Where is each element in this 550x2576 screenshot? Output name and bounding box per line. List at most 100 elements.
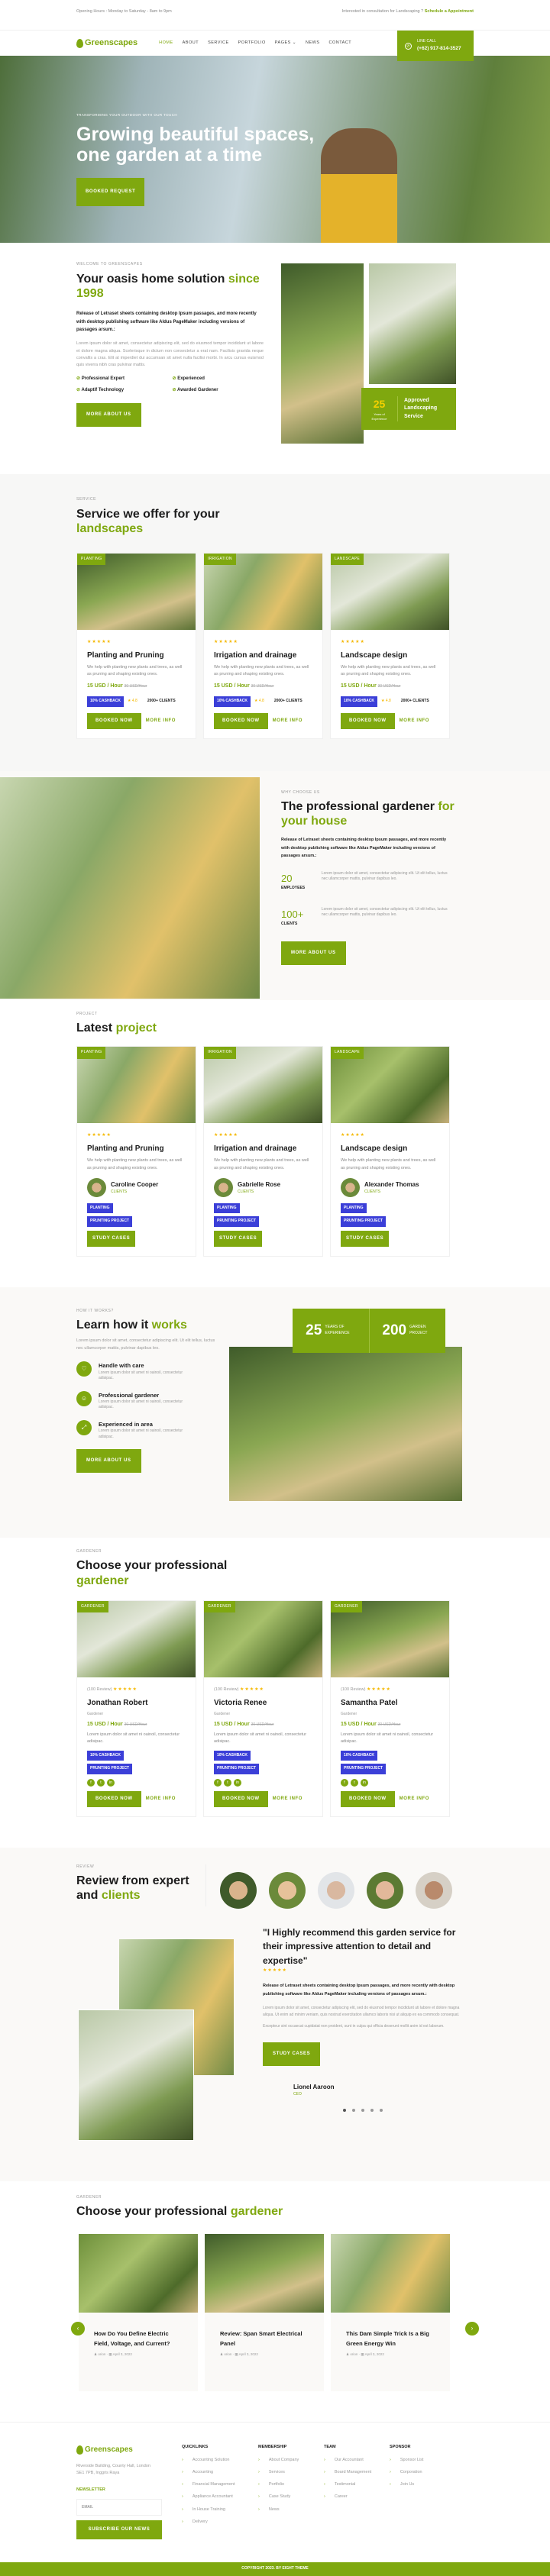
service-price: 15 USD / Hour 30 USD/Hour <box>214 683 274 689</box>
footer-link[interactable]: › News <box>258 2507 324 2513</box>
slider-dot[interactable] <box>352 2108 355 2112</box>
service-desc: We help with planting new plants and tre… <box>87 664 183 677</box>
footer-link[interactable]: › Portfolio <box>258 2481 324 2487</box>
booked-now-button[interactable]: BOOKED NOW <box>214 712 268 729</box>
study-cases-button[interactable]: STUDY CASES <box>341 1230 390 1247</box>
avatar[interactable] <box>367 1871 403 1909</box>
why-more-button[interactable]: MORE ABOUT US <box>281 941 346 965</box>
avatar[interactable] <box>220 1871 257 1909</box>
why-stat: 20 EMPLOYEES Lorem ipsum dolor sit amet, … <box>281 870 448 891</box>
footer-link[interactable]: › Corporation <box>390 2469 443 2475</box>
footer-logo[interactable]: Greenscapes <box>76 2444 182 2455</box>
next-arrow-icon[interactable]: › <box>465 2322 479 2336</box>
facebook-icon[interactable]: f <box>87 1778 95 1787</box>
gardener-price: 15 USD / Hour 30 USD/Hour <box>214 1722 274 1728</box>
footer-link[interactable]: › Delivery <box>182 2519 258 2525</box>
more-info-link[interactable]: MORE INFO <box>400 718 429 725</box>
facebook-icon[interactable]: f <box>214 1778 222 1787</box>
footer-link[interactable]: › Board Management <box>324 2469 390 2475</box>
booked-now-button[interactable]: BOOKED NOW <box>214 1790 268 1807</box>
avatar[interactable] <box>318 1871 354 1909</box>
top-bar: Opening Hours : Monday to Saturday - 8am… <box>0 0 550 31</box>
tag-badge: PRUNTING PROJECT <box>341 1764 387 1774</box>
gardener-desc: Lorem ipsum dolor sit amet ni oainoil, c… <box>87 1732 180 1745</box>
clients-count: 2000+ CLIENTS <box>147 699 176 704</box>
blog-card[interactable]: This Dam Simple Trick Is a Big Green Ene… <box>331 2234 450 2392</box>
chevron-right-icon: › <box>182 2507 183 2512</box>
study-cases-button[interactable]: STUDY CASES <box>263 2042 321 2067</box>
footer-link[interactable]: › About Company <box>258 2457 324 2463</box>
footer-link[interactable]: › Appliance Accountant <box>182 2494 258 2500</box>
check-circle-icon: ⊘ <box>76 387 81 392</box>
tag-badge: PRUNTING PROJECT <box>214 1764 260 1774</box>
twitter-icon[interactable]: t <box>97 1778 105 1787</box>
review-count: (100 Review) ★★★★★ <box>87 1687 138 1692</box>
twitter-icon[interactable]: t <box>351 1778 358 1787</box>
booked-now-button[interactable]: BOOKED NOW <box>87 1790 141 1807</box>
more-info-link[interactable]: MORE INFO <box>400 1796 429 1803</box>
calendar-icon: ▦ <box>235 2352 238 2356</box>
services-section: SERVICE Service we offer for your landsc… <box>0 474 550 771</box>
linkedin-icon[interactable]: in <box>234 1778 241 1787</box>
feature-item: ⊘ Experienced <box>172 376 205 381</box>
blog-card[interactable]: How Do You Define Electric Field, Voltag… <box>79 2234 198 2392</box>
email-input[interactable] <box>76 2499 162 2516</box>
how-more-button[interactable]: MORE ABOUT US <box>76 1449 141 1474</box>
footer-link[interactable]: › Case Study <box>258 2494 324 2500</box>
slider-dot[interactable] <box>380 2108 383 2112</box>
avatar[interactable] <box>269 1871 306 1909</box>
footer-link[interactable]: › Financial Management <box>182 2481 258 2487</box>
review-stars: ★★★★★ <box>263 1968 287 1974</box>
footer-link[interactable]: › Sponsor List <box>390 2457 443 2463</box>
why-section: WHY CHOOSE US The professional gardener … <box>0 770 550 1000</box>
logo[interactable]: Greenscapes <box>76 37 138 50</box>
footer-col: SPONSOR › Sponsor List › Corporation › Join Us <box>390 2444 443 2539</box>
schedule-link[interactable]: Schedule a Appointment <box>425 9 474 14</box>
service-price: 15 USD / Hour 30 USD/Hour <box>341 683 401 689</box>
footer-link[interactable]: › Career <box>324 2494 390 2500</box>
nav-portfolio[interactable]: PORTFOLIO <box>238 40 266 46</box>
more-info-link[interactable]: MORE INFO <box>273 718 302 725</box>
footer-link[interactable]: › In House Training <box>182 2507 258 2513</box>
footer-link[interactable]: › Join Us <box>390 2481 443 2487</box>
slider-dot[interactable] <box>370 2108 374 2112</box>
more-info-link[interactable]: MORE INFO <box>146 1796 176 1803</box>
blog-card[interactable]: Review: Span Smart Electrical Panel ♟ or… <box>205 2234 324 2392</box>
booked-request-button[interactable]: BOOKED REQUEST <box>76 177 145 206</box>
nav-about[interactable]: ABOUT <box>183 40 199 46</box>
blog-title: This Dam Simple Trick Is a Big Green Ene… <box>346 2330 429 2347</box>
footer-link[interactable]: › Testimonial <box>324 2481 390 2487</box>
more-info-link[interactable]: MORE INFO <box>146 718 176 725</box>
nav-pages[interactable]: PAGES ⌄ <box>275 40 296 46</box>
booked-now-button[interactable]: BOOKED NOW <box>341 1790 395 1807</box>
linkedin-icon[interactable]: in <box>107 1778 115 1787</box>
facebook-icon[interactable]: f <box>341 1778 348 1787</box>
more-info-link[interactable]: MORE INFO <box>273 1796 302 1803</box>
services-title: Service we offer for your landscapes <box>76 507 220 535</box>
more-about-us-button[interactable]: MORE ABOUT US <box>76 402 141 427</box>
footer-link[interactable]: › Services <box>258 2469 324 2475</box>
rating-stars: ★★★★★ <box>341 1133 365 1138</box>
nav-service[interactable]: SERVICE <box>208 40 229 46</box>
call-box[interactable]: ✆ LINE CALL (+62) 917-814-3527 <box>397 31 474 61</box>
slider-dot[interactable] <box>343 2108 346 2112</box>
avatar[interactable] <box>416 1871 452 1909</box>
linkedin-icon[interactable]: in <box>361 1778 368 1787</box>
tag-badge: PRUNTING PROJECT <box>214 1216 260 1227</box>
chevron-right-icon: › <box>258 2507 260 2512</box>
client-role: CLIENTS <box>364 1189 381 1194</box>
nav-news[interactable]: NEWS <box>306 40 320 46</box>
study-cases-button[interactable]: STUDY CASES <box>87 1230 136 1247</box>
study-cases-button[interactable]: STUDY CASES <box>214 1230 263 1247</box>
subscribe-button[interactable]: SUBSCRIBE OUR NEWS <box>76 2520 162 2540</box>
booked-now-button[interactable]: BOOKED NOW <box>341 712 395 729</box>
nav-home[interactable]: HOME <box>159 40 173 46</box>
footer-link[interactable]: › Accounting <box>182 2469 258 2475</box>
slider-dot[interactable] <box>361 2108 364 2112</box>
booked-now-button[interactable]: BOOKED NOW <box>87 712 141 729</box>
twitter-icon[interactable]: t <box>224 1778 231 1787</box>
footer-link[interactable]: › Our Accountant <box>324 2457 390 2463</box>
nav-contact[interactable]: CONTACT <box>328 40 351 46</box>
blog-image <box>205 2234 324 2313</box>
footer-link[interactable]: › Accounting Solution <box>182 2457 258 2463</box>
